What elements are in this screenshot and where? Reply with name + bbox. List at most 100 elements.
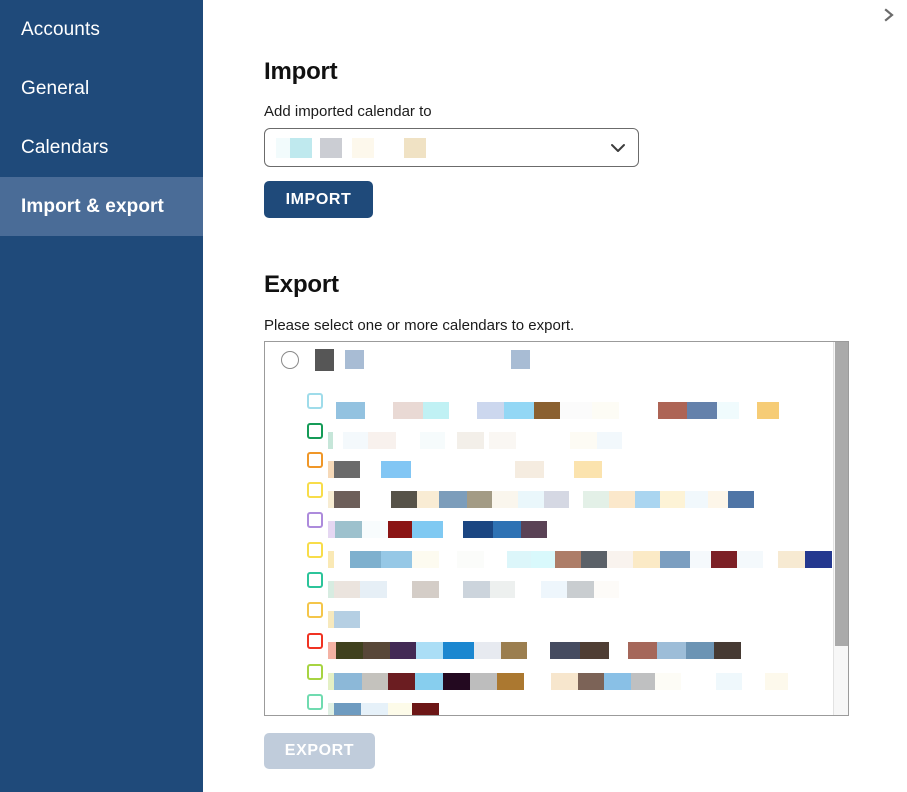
- calendar-checkbox[interactable]: [307, 423, 323, 439]
- sidebar-item-accounts[interactable]: Accounts: [0, 0, 203, 59]
- calendar-list-item[interactable]: [265, 572, 832, 600]
- list-scrollbar[interactable]: [833, 342, 848, 715]
- redacted-text-block: [489, 432, 516, 449]
- calendar-list-item[interactable]: [265, 482, 832, 510]
- redacted-text-block: [635, 491, 660, 508]
- redacted-text-block: [592, 402, 619, 419]
- calendar-checkbox[interactable]: [307, 482, 323, 498]
- redacted-text-block: [550, 642, 580, 659]
- redacted-text-block: [570, 432, 597, 449]
- redacted-text-block: [443, 642, 474, 659]
- redacted-text-block: [381, 551, 412, 568]
- calendar-list-item[interactable]: [265, 694, 832, 715]
- calendar-list-item[interactable]: [265, 452, 832, 480]
- calendar-list-item[interactable]: [265, 602, 832, 630]
- sidebar: Accounts General Calendars Import & expo…: [0, 0, 203, 792]
- redacted-text-block: [457, 432, 484, 449]
- redacted-text-block: [690, 551, 711, 568]
- redacted-text-block: [420, 432, 445, 449]
- calendar-checkbox[interactable]: [307, 542, 323, 558]
- chevron-right-icon[interactable]: [871, 0, 907, 30]
- redacted-text-block: [412, 551, 439, 568]
- calendar-list-item[interactable]: [265, 423, 832, 451]
- import-target-calendar-select[interactable]: [264, 128, 639, 167]
- redacted-text-block: [328, 642, 336, 659]
- calendar-list-item[interactable]: [265, 664, 832, 692]
- calendar-list-item[interactable]: [265, 633, 832, 661]
- calendar-checkbox[interactable]: [307, 452, 323, 468]
- sidebar-item-calendars[interactable]: Calendars: [0, 118, 203, 177]
- redacted-text-block: [360, 581, 387, 598]
- calendar-checkbox[interactable]: [307, 694, 323, 710]
- redacted-text-block: [551, 673, 578, 690]
- sidebar-item-import-export[interactable]: Import & export: [0, 177, 203, 236]
- redacted-text-block: [765, 673, 788, 690]
- redacted-text-block: [439, 491, 467, 508]
- redacted-text-block: [290, 137, 312, 158]
- redacted-calendar-name: [276, 137, 638, 158]
- redacted-text-block: [328, 402, 336, 419]
- redacted-text-block: [493, 521, 521, 538]
- redacted-text-block: [560, 402, 592, 419]
- redacted-text-block: [388, 703, 412, 715]
- redacted-text-block: [416, 642, 443, 659]
- redacted-text-block: [334, 491, 360, 508]
- redacted-text-block: [757, 402, 779, 419]
- calendar-checkbox[interactable]: [307, 393, 323, 409]
- main-content: Import Add imported calendar to IMPORT E…: [203, 0, 907, 792]
- redacted-text-block: [631, 673, 655, 690]
- import-button[interactable]: IMPORT: [264, 181, 373, 218]
- redacted-text-block: [657, 642, 686, 659]
- redacted-text-block: [515, 461, 544, 478]
- redacted-text-block: [328, 551, 334, 568]
- redacted-text-block: [567, 581, 594, 598]
- redacted-text-block: [417, 491, 439, 508]
- redacted-text-block: [737, 551, 763, 568]
- redacted-text-block: [328, 432, 333, 449]
- list-scrollbar-thumb[interactable]: [835, 342, 848, 646]
- calendar-checkbox[interactable]: [307, 633, 323, 649]
- redacted-text-block: [334, 461, 360, 478]
- redacted-text-block: [507, 551, 531, 568]
- export-calendar-list[interactable]: [264, 341, 849, 716]
- redacted-text-block: [778, 551, 805, 568]
- calendar-checkbox[interactable]: [307, 572, 323, 588]
- redacted-text-block: [334, 611, 360, 628]
- sidebar-item-label: General: [21, 77, 90, 99]
- redacted-text-block: [607, 551, 633, 568]
- redacted-text-block: [412, 581, 439, 598]
- calendar-checkbox[interactable]: [307, 664, 323, 680]
- redacted-text-block: [363, 642, 390, 659]
- export-button[interactable]: EXPORT: [264, 733, 375, 769]
- redacted-text-block: [443, 673, 470, 690]
- redacted-text-block: [381, 461, 411, 478]
- import-section-title: Import: [264, 58, 338, 85]
- redacted-text-block: [477, 402, 504, 419]
- redacted-text-block: [685, 491, 708, 508]
- redacted-text-block: [504, 402, 534, 419]
- calendar-checkbox[interactable]: [307, 512, 323, 528]
- calendar-checkbox[interactable]: [307, 602, 323, 618]
- calendar-list-item[interactable]: [265, 512, 832, 540]
- redacted-text-block: [368, 432, 396, 449]
- redacted-text-block: [594, 581, 619, 598]
- calendar-list-item[interactable]: [265, 542, 832, 570]
- redacted-text-block: [497, 673, 524, 690]
- select-all-checkbox[interactable]: [281, 351, 299, 369]
- redacted-text-block: [534, 402, 560, 419]
- redacted-text-block: [555, 551, 581, 568]
- redacted-text-block: [362, 521, 388, 538]
- select-all-row[interactable]: [265, 342, 832, 378]
- redacted-text-block: [415, 673, 443, 690]
- redacted-text-block: [501, 642, 527, 659]
- import-field-label: Add imported calendar to: [264, 103, 432, 120]
- calendar-list-item[interactable]: [265, 393, 832, 421]
- redacted-text-block: [805, 551, 832, 568]
- sidebar-item-general[interactable]: General: [0, 59, 203, 118]
- redacted-text-block: [717, 402, 739, 419]
- redacted-text-block: [390, 642, 416, 659]
- redacted-text-block: [580, 642, 609, 659]
- sidebar-item-label: Calendars: [21, 136, 109, 158]
- redacted-text-block: [686, 642, 714, 659]
- redacted-text-block: [334, 673, 362, 690]
